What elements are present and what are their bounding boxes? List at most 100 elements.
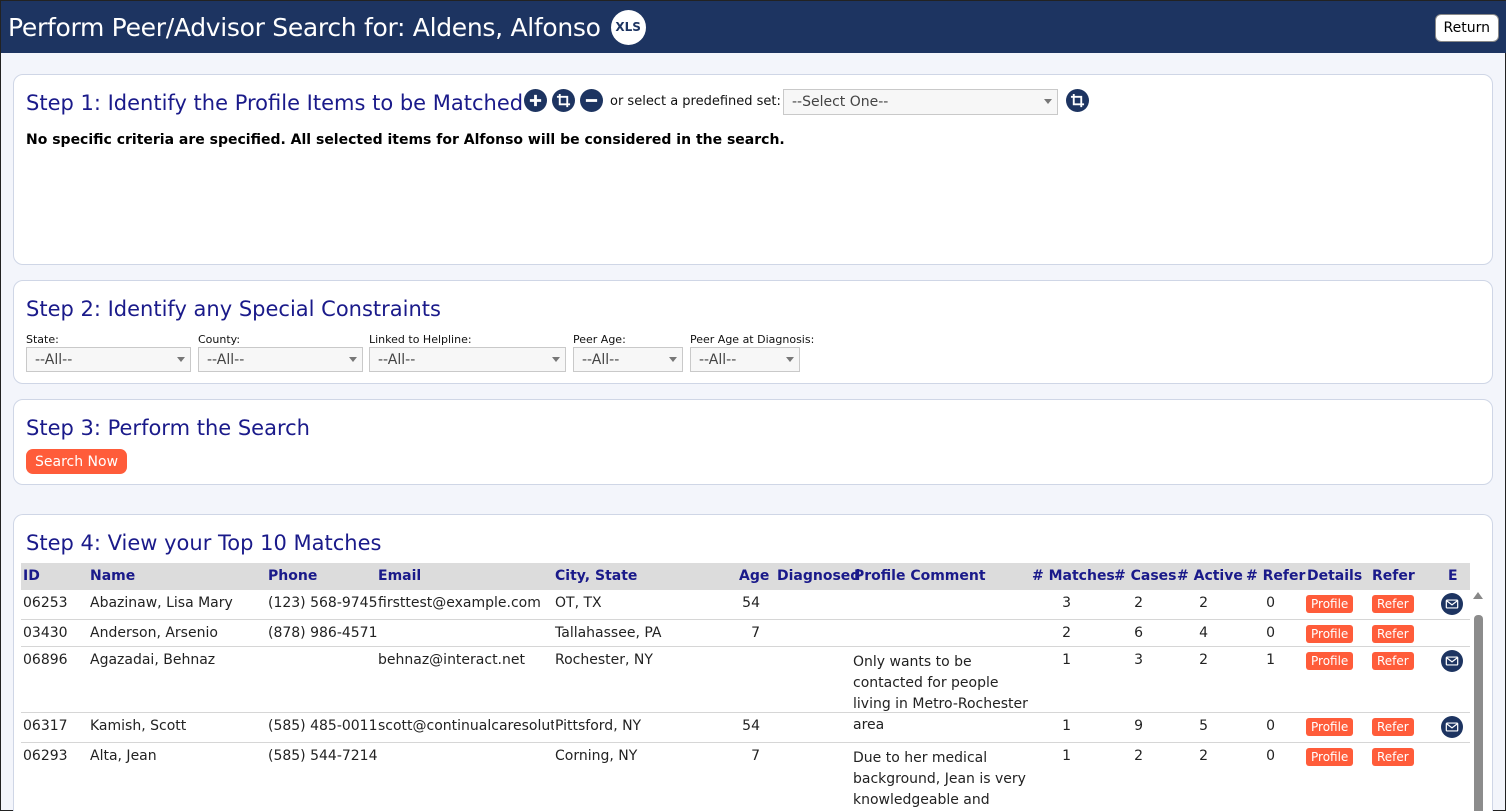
table-row: 06896 Agazadai, Behnaz behnaz@interact.n… xyxy=(21,647,1470,733)
peer-age-diagnosis-select[interactable]: --All-- xyxy=(690,347,800,372)
cell-active: 2 xyxy=(1199,652,1208,668)
step1-title: Step 1: Identify the Profile Items to be… xyxy=(26,91,524,115)
col-cases[interactable]: # Cases xyxy=(1114,568,1177,584)
chevron-down-icon xyxy=(669,357,677,362)
col-name[interactable]: Name xyxy=(90,568,135,584)
col-matches[interactable]: # Matches xyxy=(1032,568,1115,584)
col-refer[interactable]: Refer xyxy=(1372,568,1415,584)
predefined-set-label: or select a predefined set: xyxy=(610,94,781,109)
return-button[interactable]: Return xyxy=(1434,14,1499,42)
cell-id: 06253 xyxy=(23,595,68,611)
cell-matches: 1 xyxy=(1062,652,1071,668)
cell-matches: 1 xyxy=(1062,748,1071,764)
cell-phone: (585) 485-0011 xyxy=(268,718,378,734)
chevron-down-icon xyxy=(177,357,185,362)
mail-icon[interactable] xyxy=(1441,650,1463,672)
table-scrollbar[interactable] xyxy=(1471,590,1486,811)
cell-city-state: OT, TX xyxy=(555,595,602,611)
add-item-icon[interactable] xyxy=(524,89,547,112)
cell-age: 7 xyxy=(751,625,760,641)
cell-matches: 3 xyxy=(1062,595,1071,611)
criteria-note: No specific criteria are specified. All … xyxy=(26,132,785,148)
col-id[interactable]: ID xyxy=(23,568,40,584)
col-details[interactable]: Details xyxy=(1307,568,1362,584)
cell-phone: (123) 568-9745 xyxy=(268,595,378,611)
peer-age-diagnosis-label: Peer Age at Diagnosis: xyxy=(690,333,815,346)
header-bar: Perform Peer/Advisor Search for: Aldens,… xyxy=(1,1,1506,53)
col-age[interactable]: Age xyxy=(739,568,769,584)
mail-icon[interactable] xyxy=(1441,716,1463,738)
cell-cases: 3 xyxy=(1134,652,1143,668)
cell-name: Alta, Jean xyxy=(90,748,157,764)
scrollbar-thumb[interactable] xyxy=(1474,615,1483,811)
profile-button[interactable]: Profile xyxy=(1306,625,1354,643)
cell-active: 4 xyxy=(1199,625,1208,641)
col-profile-comment[interactable]: Profile Comment xyxy=(854,568,986,584)
crop-set-icon[interactable] xyxy=(1066,89,1089,112)
peer-age-value: --All-- xyxy=(582,351,620,368)
cell-name: Kamish, Scott xyxy=(90,718,187,734)
step4-title: Step 4: View your Top 10 Matches xyxy=(26,531,382,555)
cell-cases: 2 xyxy=(1134,595,1143,611)
mail-icon[interactable] xyxy=(1441,593,1463,615)
col-phone[interactable]: Phone xyxy=(268,568,317,584)
profile-button[interactable]: Profile xyxy=(1306,652,1354,670)
remove-item-icon[interactable] xyxy=(580,89,603,112)
xls-export-button[interactable]: XLS xyxy=(610,9,646,45)
refer-button[interactable]: Refer xyxy=(1372,595,1414,613)
step1-panel: Step 1: Identify the Profile Items to be… xyxy=(13,74,1493,265)
step3-title: Step 3: Perform the Search xyxy=(26,416,310,440)
col-active[interactable]: # Active xyxy=(1177,568,1243,584)
col-refer-count[interactable]: # Refer xyxy=(1246,568,1305,584)
col-email[interactable]: Email xyxy=(378,568,421,584)
refer-button[interactable]: Refer xyxy=(1372,652,1414,670)
cell-email: behnaz@interact.net xyxy=(378,652,525,668)
search-now-button[interactable]: Search Now xyxy=(26,449,128,474)
county-select[interactable]: --All-- xyxy=(198,347,363,372)
state-select[interactable]: --All-- xyxy=(26,347,191,372)
peer-age-diagnosis-value: --All-- xyxy=(699,351,737,368)
step2-panel: Step 2: Identify any Special Constraints… xyxy=(13,280,1493,384)
refer-button[interactable]: Refer xyxy=(1372,625,1414,643)
cell-age: 54 xyxy=(742,718,760,734)
cell-cases: 2 xyxy=(1134,748,1143,764)
profile-button[interactable]: Profile xyxy=(1306,718,1354,736)
profile-button[interactable]: Profile xyxy=(1306,595,1354,613)
state-value: --All-- xyxy=(35,351,73,368)
cell-phone: (878) 986-4571 xyxy=(268,625,378,641)
chevron-down-icon xyxy=(349,357,357,362)
cell-cases: 6 xyxy=(1134,625,1143,641)
county-value: --All-- xyxy=(207,351,245,368)
cell-active: 5 xyxy=(1199,718,1208,734)
table-row: 06317 Kamish, Scott (585) 485-0011 scott… xyxy=(21,713,1470,743)
scroll-up-arrow-icon[interactable] xyxy=(1473,592,1483,599)
chevron-down-icon xyxy=(1044,99,1052,104)
cell-id: 06317 xyxy=(23,718,68,734)
step3-panel: Step 3: Perform the Search Search Now xyxy=(13,399,1493,485)
refer-button[interactable]: Refer xyxy=(1372,718,1414,736)
cell-refer-count: 0 xyxy=(1266,718,1275,734)
col-city-state[interactable]: City, State xyxy=(555,568,637,584)
crop-item-icon[interactable] xyxy=(552,89,575,112)
cell-age: 54 xyxy=(742,595,760,611)
col-email-action[interactable]: E xyxy=(1448,568,1458,584)
step4-panel: Step 4: View your Top 10 Matches ID Name… xyxy=(13,514,1493,811)
cell-active: 2 xyxy=(1199,595,1208,611)
cell-city-state: Corning, NY xyxy=(555,748,638,764)
table-row: 06293 Alta, Jean (585) 544-7214 Corning,… xyxy=(21,743,1470,811)
cell-comment: Due to her medical background, Jean is v… xyxy=(853,750,1026,808)
profile-button[interactable]: Profile xyxy=(1306,748,1354,766)
chevron-down-icon xyxy=(552,357,560,362)
helpline-label: Linked to Helpline: xyxy=(369,333,472,346)
refer-button[interactable]: Refer xyxy=(1372,748,1414,766)
cell-city-state: Tallahassee, PA xyxy=(555,625,662,641)
table-row: 03430 Anderson, Arsenio (878) 986-4571 T… xyxy=(21,620,1470,647)
cell-matches: 1 xyxy=(1062,718,1071,734)
cell-name: Agazadai, Behnaz xyxy=(90,652,216,668)
predefined-set-select[interactable]: --Select One-- xyxy=(783,89,1058,115)
peer-age-select[interactable]: --All-- xyxy=(573,347,683,372)
cell-age: 7 xyxy=(751,748,760,764)
col-diagnosed[interactable]: Diagnosed xyxy=(777,568,860,584)
step2-title: Step 2: Identify any Special Constraints xyxy=(26,297,441,321)
helpline-select[interactable]: --All-- xyxy=(369,347,566,372)
